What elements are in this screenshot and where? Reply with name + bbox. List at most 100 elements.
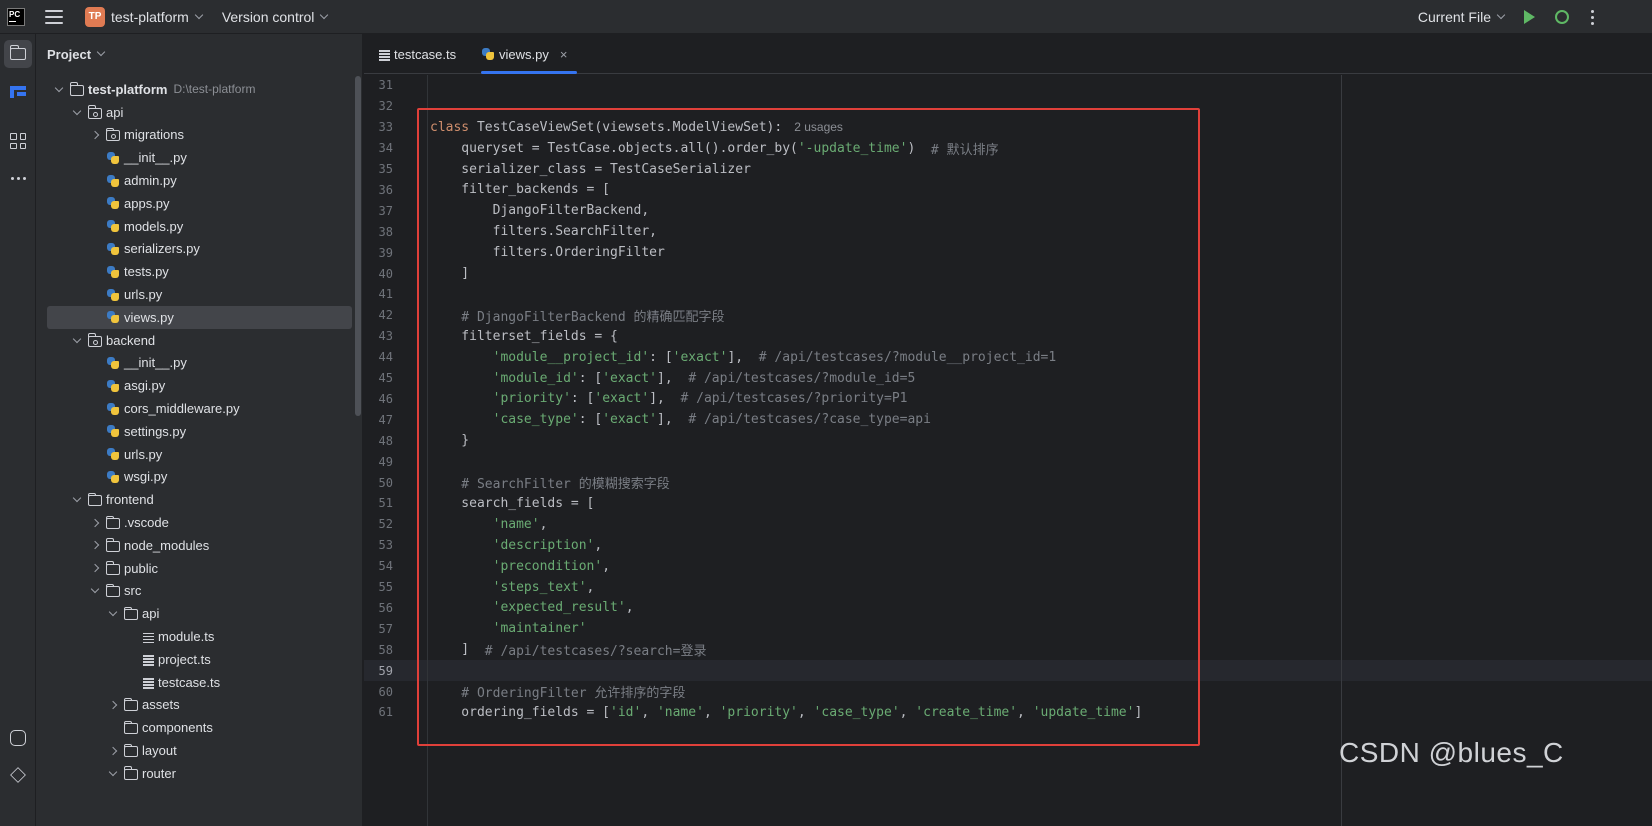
tree-item[interactable]: layout [36,739,356,762]
tree-item[interactable]: tests.py [36,260,356,283]
app-logo[interactable]: PC [7,7,25,26]
chevron-right-icon[interactable] [108,700,118,710]
project-badge[interactable]: TP [85,6,105,27]
chevron-down-icon[interactable] [96,47,106,57]
line-number: 61 [378,705,393,720]
tab-testcase-ts[interactable]: testcase.ts [378,34,456,74]
tree-item-label: backend [106,332,156,348]
line-number: 42 [378,308,393,323]
chevron-down-icon[interactable] [1496,10,1506,20]
chevron-down-icon[interactable] [72,335,82,345]
run-icon[interactable] [1524,10,1535,24]
activity-bar [0,34,36,826]
run-config-selector[interactable]: Current File [1418,9,1491,25]
tree-item[interactable]: testcase.ts [36,671,356,694]
tree-item[interactable]: settings.py [36,420,356,443]
chevron-right-icon[interactable] [90,518,100,528]
plugins-tool-button[interactable] [4,127,32,155]
code-line[interactable]: 31 [364,75,430,96]
watermark: CSDN @blues_C [1339,737,1564,768]
tree-item[interactable]: admin.py [36,169,356,192]
more-icon[interactable] [1591,9,1594,25]
tree-item[interactable]: views.py [47,305,352,329]
tree-item-label: node_modules [124,537,210,553]
chevron-right-icon[interactable] [90,130,100,140]
right-margin-guide [1341,75,1342,826]
chevron-right-icon[interactable] [90,563,100,573]
tree-item-label: asgi.py [124,378,166,394]
line-number: 41 [378,287,393,302]
tree-item-label: serializers.py [124,241,200,257]
line-number: 43 [378,329,393,344]
tree-item[interactable]: backend [36,329,356,352]
chevron-down-icon[interactable] [90,586,100,596]
panel-header[interactable]: Project [36,34,362,74]
tree-item[interactable]: urls.py [36,283,356,306]
tree-item[interactable]: __init__.py [36,352,356,375]
python-console-button[interactable] [4,724,32,752]
line-number: 32 [378,99,393,114]
highlight-box [417,108,1200,746]
structure-tool-button[interactable] [4,78,32,106]
more-tools-button[interactable] [4,164,32,192]
line-number: 35 [378,162,393,177]
tree-item[interactable]: router [36,762,356,785]
tree-item[interactable]: apps.py [36,192,356,215]
tree-item-label: .vscode [124,515,169,531]
tree-item-label: settings.py [124,423,187,439]
project-tool-button[interactable] [4,40,32,68]
tree-item[interactable]: assets [36,694,356,717]
tree-item[interactable]: node_modules [36,534,356,557]
tree-item[interactable]: project.ts [36,648,356,671]
tree-item-label: project.ts [158,651,211,667]
debug-icon[interactable] [1555,10,1569,24]
chevron-right-icon[interactable] [108,746,118,756]
tree-item[interactable]: asgi.py [36,374,356,397]
tree-item[interactable]: frontend [36,488,356,511]
tree-item[interactable]: api [36,602,356,625]
tree-item[interactable]: components [36,716,356,739]
tree-item-label: test-platform [88,81,168,97]
line-number: 49 [378,454,393,469]
tree-item[interactable]: public [36,557,356,580]
chevron-down-icon[interactable] [320,10,329,19]
tree-item[interactable]: migrations [36,124,356,147]
tree-item[interactable]: test-platform D:\test-platform [36,78,356,101]
plugins-icon [10,133,26,149]
more-icon [10,176,26,180]
folder-icon [87,492,102,507]
tab-views-py[interactable]: views.py × [481,34,578,74]
chevron-down-icon[interactable] [108,768,118,778]
hamburger-icon[interactable] [45,9,63,24]
folder-icon [123,606,138,621]
tree-item[interactable]: __init__.py [36,146,356,169]
tree-item-label: __init__.py [124,150,187,166]
tree-item[interactable]: serializers.py [36,238,356,261]
chevron-right-icon[interactable] [90,540,100,550]
chevron-down-icon[interactable] [194,10,204,19]
line-number: 34 [378,141,393,156]
tree-item[interactable]: wsgi.py [36,466,356,489]
layers-button[interactable] [4,761,32,789]
chevron-down-icon[interactable] [72,495,82,505]
chevron-down-icon[interactable] [72,107,82,117]
tree-item[interactable]: urls.py [36,443,356,466]
project-panel: Project test-platform D:\test-platform api… [36,34,363,826]
tree-item[interactable]: src [36,580,356,603]
typescript-file-icon [142,653,154,665]
project-name[interactable]: test-platform [111,9,189,25]
panel-scrollbar[interactable] [355,76,361,416]
tree-item[interactable]: .vscode [36,511,356,534]
tree-item[interactable]: cors_middleware.py [36,397,356,420]
chevron-down-icon[interactable] [108,609,118,619]
tree-item[interactable]: module.ts [36,625,356,648]
tree-item-label: models.py [124,218,184,234]
chevron-down-icon[interactable] [54,84,64,94]
tree-item-path: D:\test-platform [173,82,256,97]
tree-item-label: tests.py [124,264,169,280]
tree-item[interactable]: models.py [36,215,356,238]
tree-item[interactable]: api [36,101,356,124]
close-icon[interactable]: × [560,47,568,62]
tree-item-label: assets [142,697,180,713]
version-control-menu[interactable]: Version control [222,9,315,25]
